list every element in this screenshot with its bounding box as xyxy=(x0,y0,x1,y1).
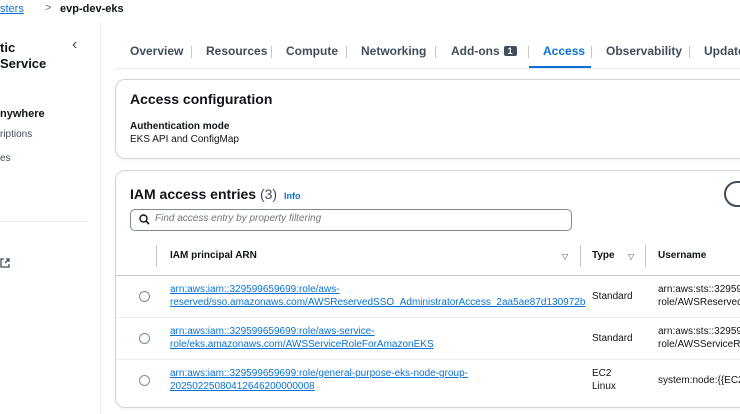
sidebar-item-subscriptions[interactable]: riptions xyxy=(0,129,32,140)
column-header-type[interactable]: Type xyxy=(592,250,615,261)
sidebar-title: tic Service xyxy=(0,40,46,72)
row-radio-button[interactable] xyxy=(139,333,150,344)
column-divider xyxy=(645,245,646,267)
refresh-button[interactable] xyxy=(724,181,740,207)
breadcrumb-current: evp-dev-eks xyxy=(60,3,124,15)
access-configuration-title: Access configuration xyxy=(130,91,273,107)
authentication-mode-label: Authentication mode xyxy=(130,121,230,132)
iam-entry-count: (3) xyxy=(259,186,278,202)
column-divider xyxy=(156,245,157,267)
entry-type: EC2 Linux xyxy=(592,367,616,393)
username-line: role/AWSServiceRo xyxy=(658,339,740,350)
sidebar-title-line2: Service xyxy=(0,56,47,71)
breadcrumb-separator: > xyxy=(45,2,52,14)
row-radio-button[interactable] xyxy=(139,291,150,302)
column-header-username[interactable]: Username xyxy=(658,250,706,261)
tab-separator xyxy=(346,46,347,58)
type-line: Linux xyxy=(592,381,616,392)
username-line: arn:aws:sts::329599 xyxy=(658,326,740,337)
tab-update[interactable]: Update xyxy=(704,44,740,58)
arn-line: arn:aws:iam::329599659699:role/general-p… xyxy=(170,368,468,379)
table-header: IAM principal ARN ▽ Type ▽ Username xyxy=(116,237,740,276)
info-link[interactable]: Info xyxy=(284,191,301,201)
type-line: EC2 xyxy=(592,368,612,379)
entry-username: arn:aws:sts::329599 role/AWSReservedS xyxy=(658,283,740,309)
tab-separator xyxy=(435,46,436,58)
iam-principal-arn-link[interactable]: arn:aws:iam::329599659699:role/aws-servi… xyxy=(170,325,570,351)
table-row[interactable]: arn:aws:iam::329599659699:role/general-p… xyxy=(116,360,740,401)
entry-type: Standard xyxy=(592,333,633,344)
sidebar-item-es[interactable]: es xyxy=(0,153,11,164)
external-link-icon[interactable] xyxy=(0,258,10,271)
iam-principal-arn-link[interactable]: arn:aws:iam::329599659699:role/aws- rese… xyxy=(170,283,586,309)
tab-separator xyxy=(271,46,272,58)
username-line: arn:aws:sts::329599 xyxy=(658,284,740,295)
entry-username: arn:aws:sts::329599 role/AWSServiceRo xyxy=(658,325,740,351)
tab-resources[interactable]: Resources xyxy=(206,44,267,58)
property-filter-search[interactable] xyxy=(130,209,572,231)
arn-line: arn:aws:iam::329599659699:role/aws- xyxy=(170,284,340,295)
arn-line: reserved/sso.amazonaws.com/AWSReservedSS… xyxy=(170,297,586,308)
table-row[interactable]: arn:aws:iam::329599659699:role/aws- rese… xyxy=(116,276,740,318)
active-tab-indicator xyxy=(529,66,591,68)
iam-title-text: IAM access entries xyxy=(130,186,257,202)
access-configuration-panel: Access configuration Authentication mode… xyxy=(115,79,740,159)
tab-separator xyxy=(689,46,690,58)
collapse-sidebar-icon[interactable]: ‹ xyxy=(72,36,77,54)
breadcrumb-clusters-link[interactable]: sters xyxy=(0,3,24,15)
iam-access-entries-title: IAM access entries (3) Info xyxy=(130,186,300,202)
row-radio-button[interactable] xyxy=(139,375,150,386)
tab-addons-label: Add-ons xyxy=(451,44,500,58)
tab-separator xyxy=(528,46,529,58)
search-input[interactable] xyxy=(155,213,555,224)
iam-access-entries-panel: IAM access entries (3) Info IAM principa… xyxy=(115,170,740,408)
sort-caret-icon[interactable]: ▽ xyxy=(562,252,568,261)
sort-caret-icon[interactable]: ▽ xyxy=(628,252,634,261)
tab-separator xyxy=(191,46,192,58)
tab-overview[interactable]: Overview xyxy=(130,44,183,58)
arn-line: 20250225080412646200000008 xyxy=(170,381,315,392)
sidebar-item-anywhere[interactable]: nywhere xyxy=(0,108,45,120)
table-row[interactable]: arn:aws:iam::329599659699:role/aws-servi… xyxy=(116,318,740,360)
tab-compute[interactable]: Compute xyxy=(286,44,338,58)
column-divider xyxy=(580,245,581,267)
sidebar-title-line1: tic xyxy=(0,40,16,55)
breadcrumb: sters > evp-dev-eks xyxy=(0,0,740,22)
iam-principal-arn-link[interactable]: arn:aws:iam::329599659699:role/general-p… xyxy=(170,367,570,393)
tab-access[interactable]: Access xyxy=(543,44,585,58)
authentication-mode-value: EKS API and ConfigMap xyxy=(130,134,239,145)
tab-networking[interactable]: Networking xyxy=(361,44,426,58)
sidebar-divider xyxy=(0,221,88,222)
entry-username: system:node:{{EC2 xyxy=(658,375,740,386)
cluster-tabs: Overview Resources Compute Networking Ad… xyxy=(115,44,740,69)
tab-observability[interactable]: Observability xyxy=(606,44,682,58)
entry-type: Standard xyxy=(592,291,633,302)
arn-line: arn:aws:iam::329599659699:role/aws-servi… xyxy=(170,326,375,337)
arn-line: role/eks.amazonaws.com/AWSServiceRoleFor… xyxy=(170,339,434,350)
side-navigation: tic Service ‹ nywhere riptions es xyxy=(0,22,101,414)
search-icon xyxy=(139,214,150,225)
username-line: role/AWSReservedS xyxy=(658,297,740,308)
addons-count-badge: 1 xyxy=(503,46,517,56)
tab-addons[interactable]: Add-ons 1 xyxy=(451,44,517,58)
column-header-arn[interactable]: IAM principal ARN xyxy=(170,250,257,261)
tab-separator xyxy=(591,46,592,58)
